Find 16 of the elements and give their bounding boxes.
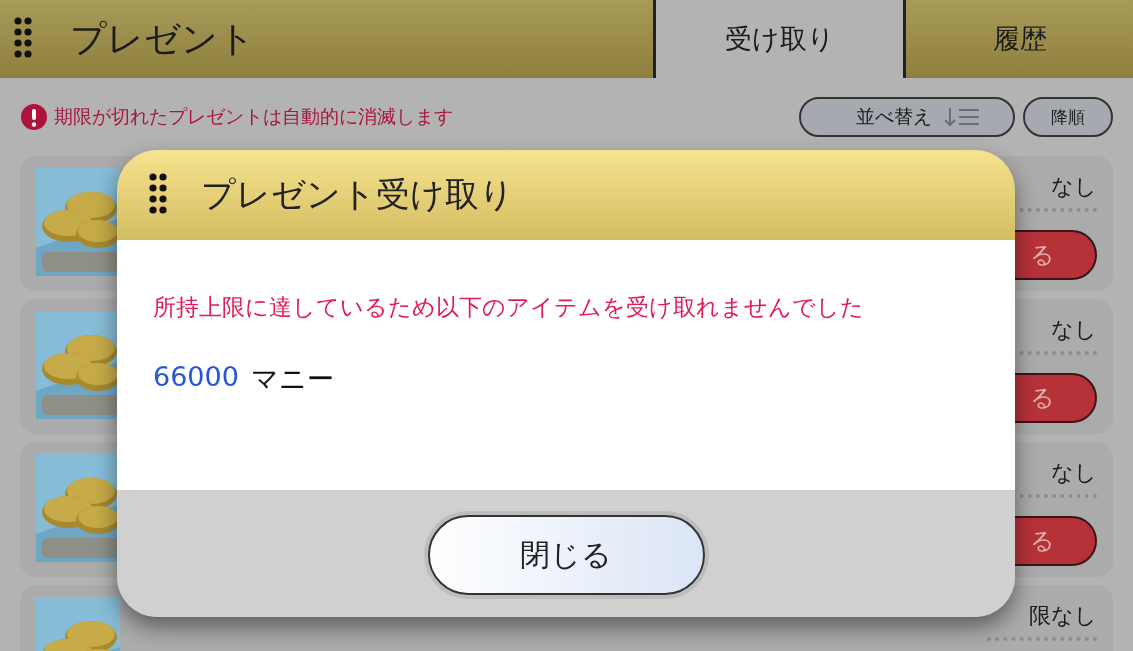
- amount-text: 66000: [153, 361, 239, 394]
- sort-button[interactable]: 並べ替え: [799, 97, 1015, 137]
- dialog-message: 所持上限に達しているため以下のアイテムを受け取れませんでした: [153, 293, 865, 322]
- status-text: なし: [1051, 459, 1097, 487]
- notice-text: 期限が切れたプレゼントは自動的に消滅します: [54, 104, 453, 129]
- status-text: なし: [1051, 316, 1097, 344]
- status-text: 限なし: [1029, 602, 1097, 630]
- page-title: プレゼント: [70, 16, 255, 61]
- alert-icon: [20, 103, 48, 131]
- currency-text: マニー: [250, 362, 334, 396]
- sort-icon: [942, 106, 982, 128]
- order-button[interactable]: 降順: [1023, 97, 1113, 137]
- tab[interactable]: 受け取り: [653, 0, 903, 78]
- dialog-title: プレゼント受け取り: [201, 173, 514, 216]
- tab[interactable]: 履歴: [903, 0, 1133, 78]
- status-text: なし: [1051, 173, 1097, 201]
